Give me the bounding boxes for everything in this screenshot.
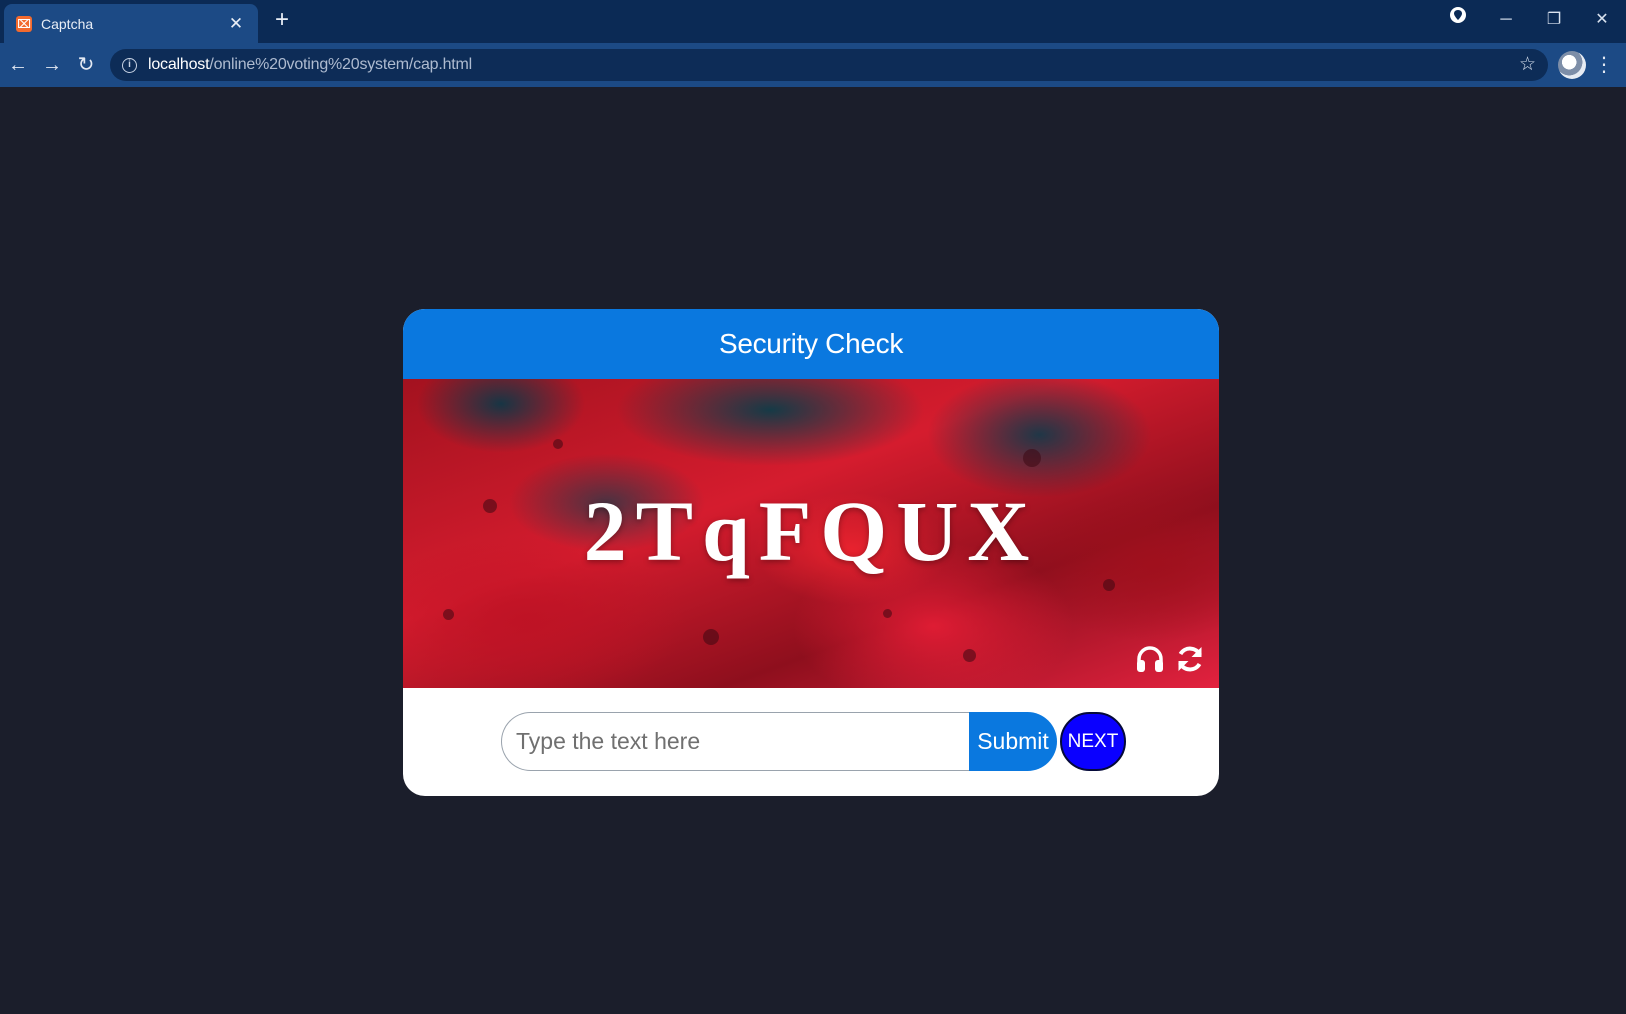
next-button[interactable]: NEXT — [1060, 712, 1126, 771]
browser-titlebar: ⌧ Captcha ✕ + ─ ❐ ✕ — [0, 0, 1626, 43]
card-title: Security Check — [403, 309, 1219, 379]
site-info-icon[interactable]: i — [122, 57, 137, 73]
url-host: localhost — [148, 56, 210, 73]
tab-title: Captcha — [41, 15, 94, 32]
browser-toolbar: ← → ↻ i localhost/online%20voting%20syst… — [0, 43, 1626, 87]
profile-avatar[interactable] — [1558, 51, 1586, 79]
texture-speck — [1023, 449, 1041, 467]
texture-speck — [443, 609, 454, 620]
security-check-card: Security Check 2TqFQUX Type the text her… — [403, 309, 1219, 796]
browser-menu-icon[interactable]: ⋮ — [1592, 51, 1616, 79]
texture-speck — [883, 609, 892, 618]
captcha-image: 2TqFQUX — [403, 379, 1219, 688]
address-bar[interactable]: i localhost/online%20voting%20system/cap… — [110, 49, 1548, 81]
url-path: /online%20voting%20system/cap.html — [209, 56, 473, 73]
tab-close-icon[interactable]: ✕ — [226, 14, 246, 34]
forward-button[interactable]: → — [38, 51, 66, 79]
reload-button[interactable]: ↻ — [72, 51, 100, 79]
extension-location-icon[interactable] — [1438, 4, 1478, 36]
captcha-input[interactable] — [501, 712, 969, 771]
new-tab-button[interactable]: + — [268, 6, 296, 34]
bookmark-star-icon[interactable]: ☆ — [1519, 53, 1536, 76]
texture-speck — [963, 649, 976, 662]
restore-button[interactable]: ❐ — [1534, 4, 1574, 36]
browser-tab[interactable]: ⌧ Captcha ✕ — [4, 4, 258, 43]
texture-speck — [553, 439, 563, 449]
xampp-favicon-icon: ⌧ — [16, 15, 32, 32]
captcha-text: 2TqFQUX — [583, 483, 1039, 579]
back-button[interactable]: ← — [4, 51, 32, 79]
url-text[interactable]: localhost/online%20voting%20system/cap.h… — [148, 56, 472, 74]
texture-speck — [703, 629, 719, 645]
refresh-icon[interactable] — [1174, 643, 1206, 675]
minimize-button[interactable]: ─ — [1486, 4, 1526, 36]
close-window-button[interactable]: ✕ — [1582, 4, 1622, 36]
headphones-icon[interactable] — [1134, 643, 1166, 675]
submit-button[interactable]: Submit — [969, 712, 1057, 771]
captcha-form: Submit NEXT — [501, 712, 1126, 771]
